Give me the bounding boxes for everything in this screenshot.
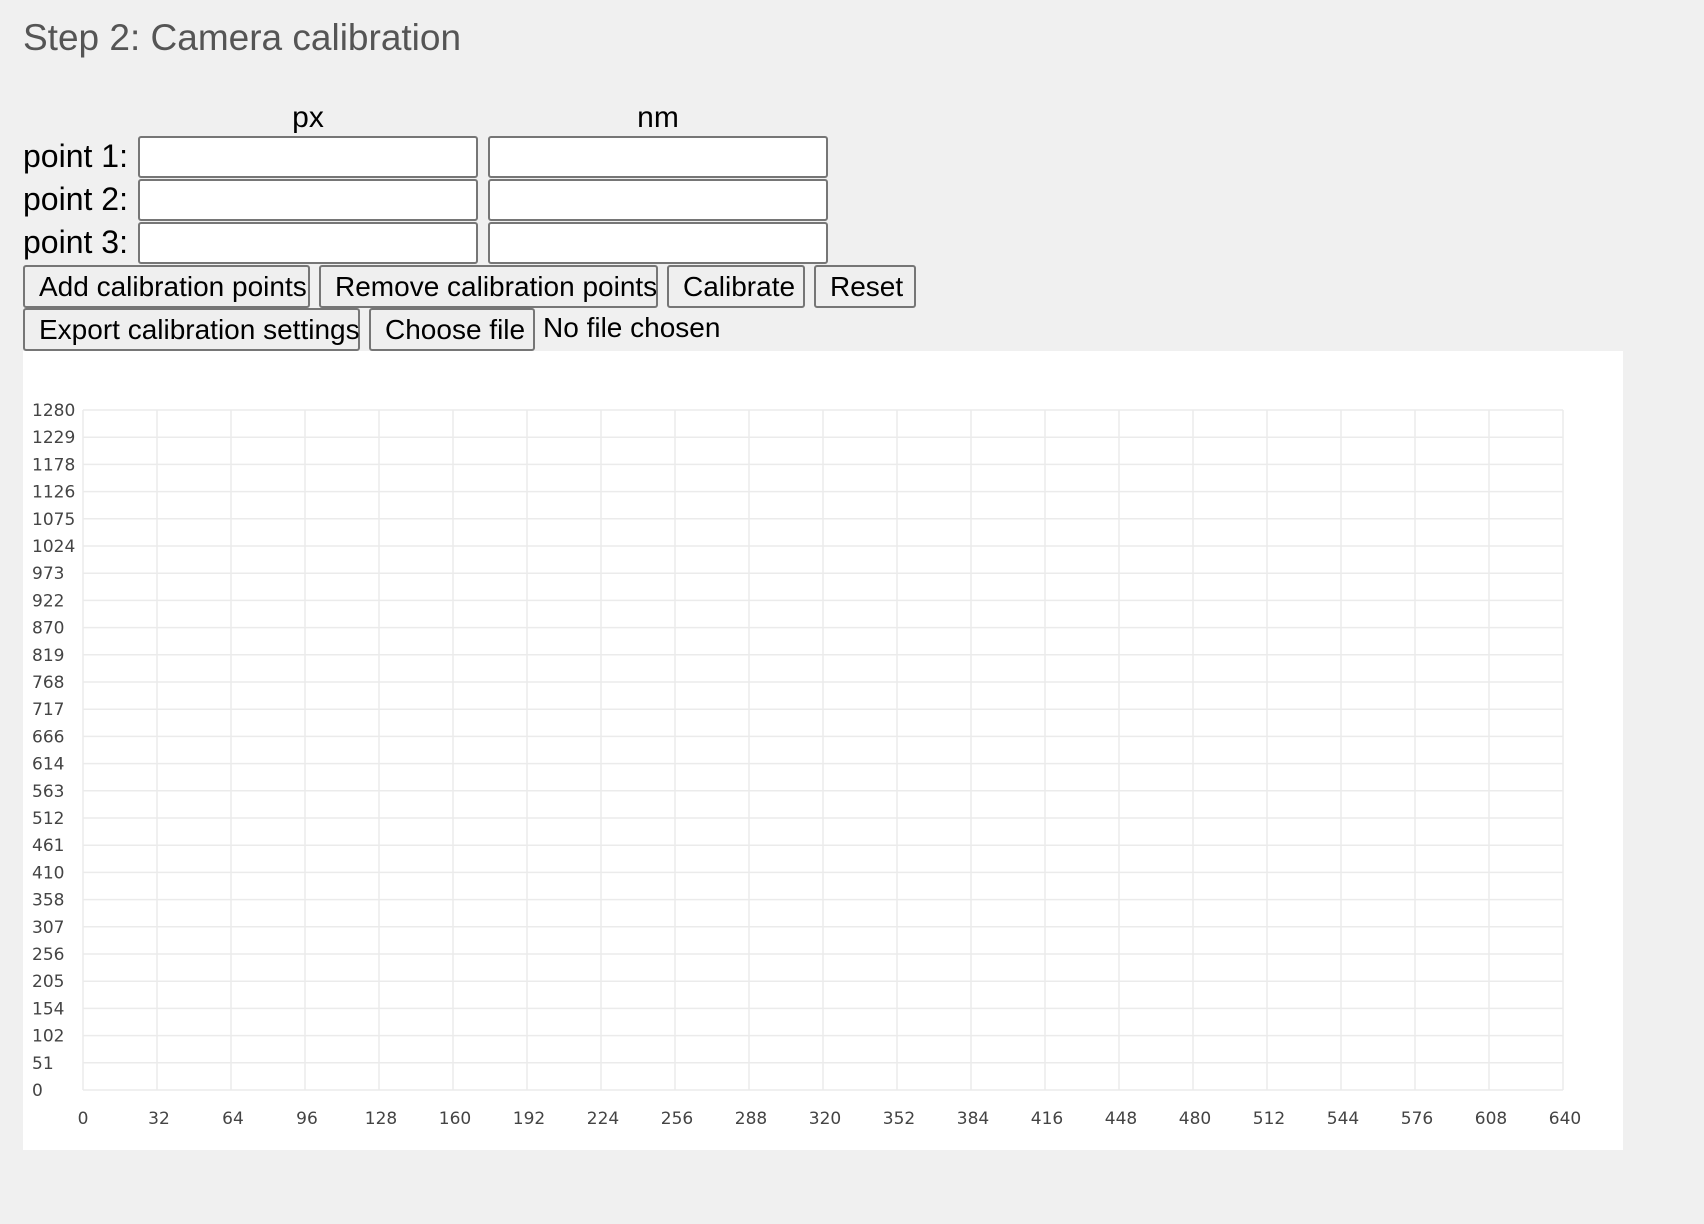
y-tick-label: 973 — [32, 564, 64, 584]
x-tick-label: 96 — [296, 1109, 318, 1129]
y-tick-label: 922 — [32, 591, 64, 611]
y-tick-label: 307 — [32, 918, 64, 938]
y-tick-label: 358 — [32, 891, 64, 911]
x-tick-label: 192 — [513, 1109, 545, 1129]
y-tick-label: 666 — [32, 727, 64, 747]
y-tick-label: 256 — [32, 945, 64, 965]
point-1-nm-input[interactable] — [488, 136, 828, 178]
y-tick-label: 205 — [32, 972, 64, 992]
point-1-label: point 1: — [23, 138, 128, 174]
y-tick-label: 102 — [32, 1027, 64, 1047]
x-tick-label: 64 — [222, 1109, 244, 1129]
calibrate-button[interactable]: Calibrate — [667, 265, 805, 308]
y-tick-label: 461 — [32, 836, 64, 856]
x-tick-label: 320 — [809, 1109, 841, 1129]
reset-button[interactable]: Reset — [814, 265, 916, 308]
x-tick-label: 160 — [439, 1109, 471, 1129]
y-tick-label: 819 — [32, 646, 64, 666]
y-tick-label: 1075 — [32, 510, 75, 530]
point-3-label: point 3: — [23, 224, 128, 260]
choose-file-button[interactable]: Choose file — [369, 308, 535, 351]
x-tick-label: 448 — [1105, 1109, 1137, 1129]
y-tick-label: 1280 — [32, 401, 75, 421]
remove-calibration-points-button[interactable]: Remove calibration points — [319, 265, 658, 308]
x-tick-label: 608 — [1475, 1109, 1507, 1129]
nm-column-header: nm — [637, 101, 679, 134]
y-tick-label: 563 — [32, 782, 64, 802]
x-tick-label: 544 — [1327, 1109, 1359, 1129]
point-3-px-input[interactable] — [138, 222, 478, 264]
x-tick-label: 640 — [1549, 1109, 1581, 1129]
y-tick-label: 870 — [32, 619, 64, 639]
point-3-nm-input[interactable] — [488, 222, 828, 264]
x-tick-label: 288 — [735, 1109, 767, 1129]
point-1-px-input[interactable] — [138, 136, 478, 178]
x-tick-label: 352 — [883, 1109, 915, 1129]
page-title: Step 2: Camera calibration — [23, 17, 462, 58]
y-tick-label: 1024 — [32, 537, 75, 557]
y-tick-label: 512 — [32, 809, 64, 829]
chart-svg: 0 51 102 154 205 256 307 358 410 461 512 563 614 666 7… — [32, 401, 1581, 1129]
add-calibration-points-button[interactable]: Add calibration points — [23, 265, 310, 308]
y-tick-label: 1229 — [32, 428, 75, 448]
y-tick-label: 1126 — [32, 483, 75, 503]
x-tick-label: 416 — [1031, 1109, 1063, 1129]
y-tick-label: 51 — [32, 1054, 54, 1074]
y-tick-label: 1178 — [32, 455, 75, 475]
x-tick-label: 224 — [587, 1109, 619, 1129]
x-tick-label: 576 — [1401, 1109, 1433, 1129]
y-tick-label: 410 — [32, 863, 64, 883]
x-tick-label: 128 — [365, 1109, 397, 1129]
point-2-label: point 2: — [23, 181, 128, 217]
y-tick-label: 768 — [32, 673, 64, 693]
file-status-text: No file chosen — [543, 312, 721, 343]
x-tick-label: 384 — [957, 1109, 989, 1129]
point-2-nm-input[interactable] — [488, 179, 828, 221]
y-tick-label: 0 — [32, 1081, 43, 1101]
x-tick-label: 480 — [1179, 1109, 1211, 1129]
x-tick-label: 256 — [661, 1109, 693, 1129]
calibration-chart: 0 51 102 154 205 256 307 358 410 461 512 563 614 666 7… — [23, 351, 1623, 1150]
y-tick-label: 154 — [32, 999, 64, 1019]
x-tick-label: 0 — [78, 1109, 89, 1129]
y-tick-label: 614 — [32, 755, 64, 775]
x-tick-label: 512 — [1253, 1109, 1285, 1129]
point-2-px-input[interactable] — [138, 179, 478, 221]
x-tick-label: 32 — [148, 1109, 170, 1129]
export-calibration-settings-button[interactable]: Export calibration settings — [23, 308, 360, 351]
y-tick-label: 717 — [32, 700, 64, 720]
px-column-header: px — [292, 101, 324, 134]
